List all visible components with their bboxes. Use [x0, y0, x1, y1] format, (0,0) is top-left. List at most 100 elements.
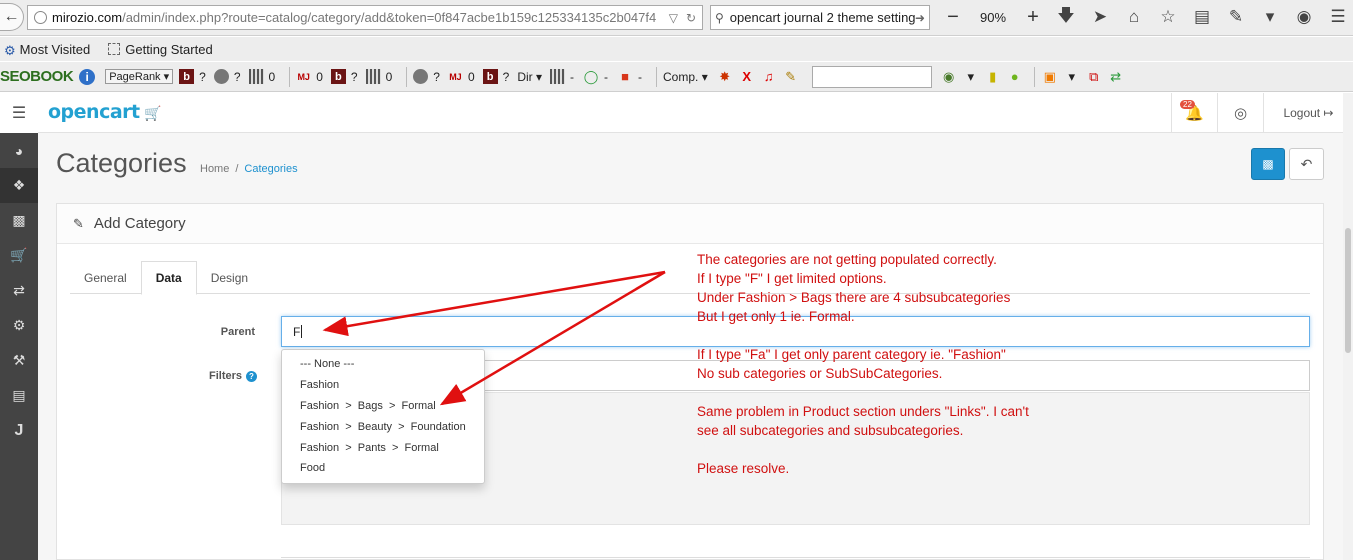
url-path: /admin/index.php?route=catalog/category/…: [122, 10, 657, 25]
dropdown-item[interactable]: Fashion > Pants > Formal: [282, 437, 484, 458]
back-button[interactable]: ↶: [1289, 148, 1324, 180]
grid-icon: [365, 69, 381, 84]
rss-icon[interactable]: ▣: [1041, 68, 1059, 86]
breadcrumb-categories[interactable]: Categories: [244, 163, 297, 175]
dropdown-item[interactable]: Fashion > Bags > Formal: [282, 396, 484, 417]
annotation-spacer: [697, 440, 1029, 459]
home-icon[interactable]: ⌂: [1122, 5, 1146, 29]
reading-list-icon[interactable]: ▤: [1190, 5, 1214, 29]
url-bar[interactable]: mirozio.com/admin/index.php?route=catalo…: [27, 5, 703, 30]
tools-wrench-icon[interactable]: ⚒: [0, 343, 38, 378]
catalog-tags-icon[interactable]: ❖: [0, 168, 38, 203]
settings-gear-icon[interactable]: ⚙: [0, 308, 38, 343]
annotation-line: If I type "F" I get limited options.: [697, 271, 887, 286]
addon-mj-2[interactable]: MJ 0: [448, 69, 474, 84]
info-icon[interactable]: i: [79, 68, 96, 85]
bookmark-label: Most Visited: [19, 41, 91, 57]
satellite-icon[interactable]: ✸: [716, 68, 734, 86]
note-icon[interactable]: ✎: [782, 68, 800, 86]
addon-flag[interactable]: ■ -: [616, 68, 642, 86]
tab-general[interactable]: General: [70, 261, 141, 294]
chevron-down-icon[interactable]: ▾: [1063, 68, 1081, 86]
journal-j-icon[interactable]: J: [0, 413, 38, 448]
highlighter-icon[interactable]: ▮: [984, 68, 1002, 86]
annotation-spacer: [697, 326, 1029, 345]
logout-button[interactable]: Logout ↦: [1263, 93, 1353, 133]
send-icon[interactable]: ➤: [1088, 5, 1112, 29]
notifications-button[interactable]: 22 🔔: [1171, 93, 1217, 133]
dropdown-item[interactable]: Food: [282, 458, 484, 479]
parent-label-text: Parent: [220, 326, 255, 338]
breadcrumb-home[interactable]: Home: [200, 163, 229, 175]
help-icon[interactable]: ?: [246, 371, 257, 382]
hamburger-menu-icon[interactable]: ☰: [1326, 5, 1350, 29]
addon-value: -: [570, 69, 575, 84]
logo-text: opencart: [48, 101, 140, 123]
search-icon: ⚲: [715, 10, 724, 25]
breadcrumb: Home / Categories: [200, 163, 298, 175]
dropdown-item[interactable]: Fashion > Beauty > Foundation: [282, 416, 484, 437]
annotation-note: The categories are not getting populated…: [697, 250, 1029, 478]
scrollbar-thumb[interactable]: [1345, 228, 1351, 353]
extensions-puzzle-icon[interactable]: ▩: [0, 203, 38, 238]
b-icon: b: [179, 69, 195, 84]
zoom-level[interactable]: 90%: [968, 10, 1018, 25]
parent-input-value: F: [293, 324, 301, 339]
bookmark-star-icon[interactable]: ☆: [1156, 5, 1180, 29]
page-title: Categories: [56, 148, 187, 178]
back-arrow-icon[interactable]: ←: [0, 3, 24, 31]
chevron-down-icon[interactable]: ▾: [962, 68, 980, 86]
search-box[interactable]: ⚲ opencart journal 2 theme settings ➜: [710, 5, 930, 30]
addon-b-3[interactable]: b?: [482, 69, 509, 84]
comp-button[interactable]: Comp. ▾: [663, 70, 708, 84]
addon-value: -: [638, 69, 643, 84]
addon-grid-2[interactable]: 0: [365, 69, 392, 84]
leaf-icon[interactable]: ●: [1006, 68, 1024, 86]
support-button[interactable]: ◎: [1217, 93, 1263, 133]
bookmark-most-visited[interactable]: ⚙ Most Visited: [4, 41, 91, 59]
addon-b-2[interactable]: b?: [330, 69, 358, 84]
sales-cart-icon[interactable]: 🛒: [0, 238, 38, 273]
addon-grid-1[interactable]: 0: [248, 69, 275, 84]
annotation-line: Please resolve.: [697, 461, 790, 476]
zoom-out-button[interactable]: −: [938, 6, 968, 29]
opencart-logo[interactable]: opencart 🛒: [48, 101, 161, 123]
chat-icon[interactable]: ◉: [1292, 5, 1316, 29]
reload-icon[interactable]: ↻: [686, 11, 696, 25]
tab-data[interactable]: Data: [140, 261, 197, 295]
search-text: opencart journal 2 theme settings: [729, 10, 915, 25]
addon-archive[interactable]: -: [550, 69, 574, 84]
dropdown-item[interactable]: Fashion: [282, 375, 484, 396]
download-icon[interactable]: 🡇: [1054, 5, 1078, 29]
addon-ring[interactable]: ◯ -: [582, 68, 608, 86]
share-icon[interactable]: ⇄: [0, 273, 38, 308]
chevron-down-icon[interactable]: ▾: [1258, 5, 1282, 29]
dir-button[interactable]: Dir ▾: [517, 70, 542, 84]
tab-design[interactable]: Design: [197, 261, 262, 294]
seobook-logo[interactable]: SEOBOOK: [0, 68, 74, 85]
bookmark-getting-started[interactable]: Getting Started: [108, 42, 213, 57]
zoom-in-button[interactable]: +: [1018, 6, 1048, 29]
save-button[interactable]: ▩: [1251, 148, 1285, 180]
tools-icon[interactable]: ✎: [1224, 5, 1248, 29]
x-icon[interactable]: X: [738, 68, 756, 86]
reports-chart-icon[interactable]: ▤: [0, 378, 38, 413]
addon-value: ?: [350, 69, 358, 84]
addon-g-1[interactable]: ?: [213, 69, 241, 84]
pagerank-button[interactable]: PageRank ▾: [105, 69, 174, 84]
dropdown-item[interactable]: --- None ---: [282, 354, 484, 375]
dropdown-triangle-icon[interactable]: ▽: [669, 11, 678, 25]
addon-g-2[interactable]: ?: [413, 69, 440, 84]
floppy-disk-icon: ▩: [1262, 157, 1274, 171]
dashboard-icon[interactable]: ◕: [0, 133, 38, 168]
addon-search-input[interactable]: [811, 65, 932, 88]
binoculars-icon[interactable]: ◉: [940, 68, 958, 86]
windows-icon[interactable]: ⧉: [1085, 68, 1103, 86]
share-icon[interactable]: ⇄: [1107, 68, 1125, 86]
page-scrollbar[interactable]: [1343, 93, 1353, 560]
addon-b-1[interactable]: b?: [179, 69, 206, 84]
menu-toggle-icon[interactable]: ☰: [0, 93, 38, 133]
addon-mj-1[interactable]: MJ 0: [296, 69, 322, 84]
speaker-icon[interactable]: ♫: [760, 68, 778, 86]
search-go-icon[interactable]: ➜: [915, 11, 925, 25]
